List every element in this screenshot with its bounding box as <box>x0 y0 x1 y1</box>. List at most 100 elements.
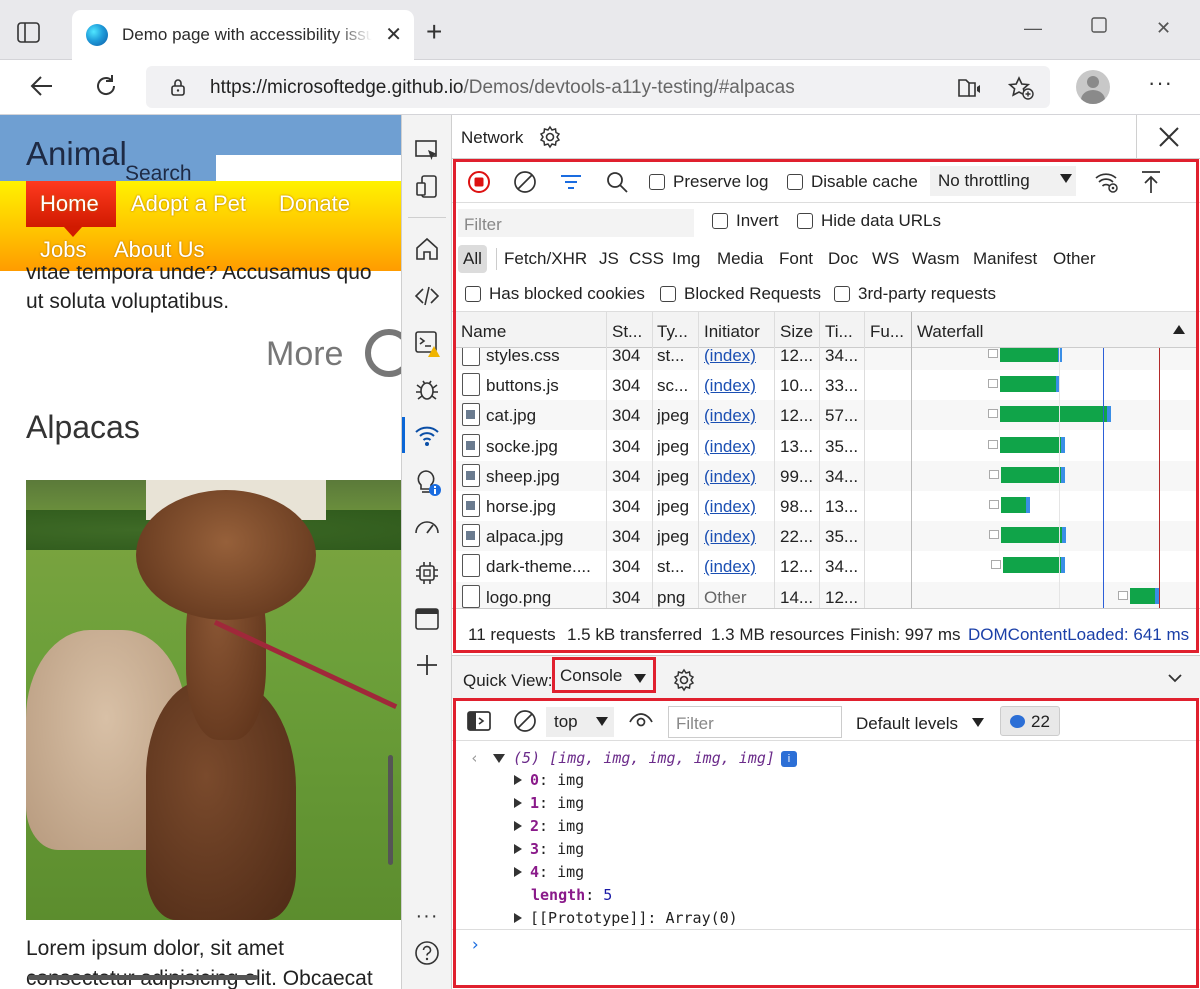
expand-arrow-icon[interactable] <box>514 844 522 854</box>
cell-initiator[interactable]: (index) <box>704 376 756 396</box>
throttling-select[interactable]: No throttling <box>930 166 1076 196</box>
array-item-line[interactable]: 1: img <box>514 794 584 812</box>
arrow-right-circle-icon[interactable] <box>365 329 401 377</box>
third-party-requests-checkbox[interactable]: 3rd-party requests <box>834 284 996 304</box>
blocked-requests-checkbox[interactable]: Blocked Requests <box>660 284 821 304</box>
address-bar[interactable]: https://microsoftedge.github.io/Demos/de… <box>146 66 1050 108</box>
more-tools-plus-icon[interactable] <box>413 651 441 679</box>
chevron-down-icon[interactable] <box>634 674 646 683</box>
array-item-line[interactable]: 2: img <box>514 817 584 835</box>
customize-dots-icon[interactable]: ··· <box>413 905 441 933</box>
filter-funnel-icon[interactable] <box>558 169 584 195</box>
more-menu-icon[interactable]: ··· <box>1148 70 1173 96</box>
memory-chip-icon[interactable] <box>413 559 441 587</box>
expand-arrow-icon[interactable] <box>514 798 522 808</box>
help-icon[interactable] <box>413 939 441 967</box>
col-type[interactable]: Ty... <box>657 322 693 342</box>
clear-console-icon[interactable] <box>512 708 538 734</box>
expand-arrow-icon[interactable] <box>514 821 522 831</box>
message-count-badge[interactable]: 22 <box>1000 706 1060 736</box>
url-text[interactable]: https://microsoftedge.github.io/Demos/de… <box>210 77 795 99</box>
col-name[interactable]: Name <box>461 322 601 342</box>
quick-view-select[interactable]: Console <box>560 666 622 686</box>
hide-data-urls-checkbox[interactable]: Hide data URLs <box>797 211 941 231</box>
site-search-input[interactable] <box>216 155 401 181</box>
type-filter-fetch-xhr[interactable]: Fetch/XHR <box>499 245 592 273</box>
type-filter-js[interactable]: JS <box>594 245 624 273</box>
live-expression-eye-icon[interactable] <box>628 708 654 734</box>
new-tab-icon[interactable]: + <box>426 18 442 46</box>
expand-arrow-icon[interactable] <box>514 775 522 785</box>
cell-initiator[interactable]: (index) <box>704 497 756 517</box>
invert-checkbox[interactable]: Invert <box>712 211 779 231</box>
add-favorite-icon[interactable] <box>1007 76 1034 103</box>
type-filter-all[interactable]: All <box>458 245 487 273</box>
type-filter-img[interactable]: Img <box>667 245 705 273</box>
expand-arrow-icon[interactable] <box>514 913 522 923</box>
nav-donate[interactable]: Donate <box>279 191 350 217</box>
table-row[interactable]: sheep.jpg 304 jpeg (index) 99... 34... <box>456 460 1196 491</box>
application-window-icon[interactable] <box>413 605 441 633</box>
tab-actions-icon[interactable] <box>16 20 56 54</box>
log-levels-select[interactable]: Default levels <box>856 714 984 734</box>
table-row[interactable]: socke.jpg 304 jpeg (index) 13... 35... <box>456 431 1196 461</box>
close-devtools-icon[interactable] <box>1136 115 1200 159</box>
type-filter-wasm[interactable]: Wasm <box>907 245 965 273</box>
console-filter-input[interactable]: Filter <box>668 706 842 738</box>
sort-ascending-icon[interactable] <box>1173 325 1185 334</box>
lock-icon[interactable] <box>168 77 188 100</box>
array-item-line[interactable]: 3: img <box>514 840 584 858</box>
col-status[interactable]: St... <box>612 322 648 342</box>
device-emulation-icon[interactable] <box>413 173 441 201</box>
elements-icon[interactable] <box>413 282 441 310</box>
page-scrollbar-vertical[interactable] <box>388 755 393 865</box>
network-settings-gear-icon[interactable] <box>538 125 562 152</box>
console-result-line[interactable]: ‹ (5) [img, img, img, img, img] i <box>470 749 797 767</box>
profile-avatar[interactable] <box>1076 70 1110 104</box>
network-filter-input[interactable]: Filter <box>458 209 694 237</box>
refresh-icon[interactable] <box>92 72 120 107</box>
cell-initiator[interactable]: (index) <box>704 467 756 487</box>
network-conditions-icon[interactable] <box>1094 169 1120 195</box>
issues-lightbulb-icon[interactable] <box>413 468 441 496</box>
network-wifi-icon[interactable] <box>402 417 441 453</box>
type-filter-manifest[interactable]: Manifest <box>968 245 1042 273</box>
site-logo[interactable]: Animal <box>26 135 127 173</box>
record-stop-icon[interactable] <box>466 169 492 195</box>
array-item-line[interactable]: 0: img <box>514 771 584 789</box>
table-row[interactable]: alpaca.jpg 304 jpeg (index) 22... 35... <box>456 521 1196 552</box>
col-size[interactable]: Size <box>780 322 818 342</box>
type-filter-css[interactable]: CSS <box>624 245 669 273</box>
cell-initiator[interactable]: (index) <box>704 437 756 457</box>
type-filter-ws[interactable]: WS <box>867 245 904 273</box>
col-time[interactable]: Ti... <box>825 322 861 342</box>
read-aloud-icon[interactable] <box>956 76 982 103</box>
context-select[interactable]: top <box>546 707 614 737</box>
page-scrollbar-horizontal[interactable] <box>28 975 258 980</box>
maximize-icon[interactable] <box>1090 16 1108 39</box>
col-initiator[interactable]: Initiator <box>704 322 772 342</box>
expand-arrow-icon[interactable] <box>493 754 506 763</box>
array-item-line[interactable]: 4: img <box>514 863 584 881</box>
type-filter-doc[interactable]: Doc <box>823 245 863 273</box>
console-sidebar-icon[interactable] <box>466 708 492 734</box>
console-prompt-icon[interactable]: › <box>470 935 480 955</box>
inspect-element-icon[interactable] <box>413 137 441 165</box>
cell-initiator[interactable]: (index) <box>704 557 756 577</box>
quick-view-gear-icon[interactable] <box>672 668 696 695</box>
nav-jobs[interactable]: Jobs <box>40 237 86 263</box>
window-close-icon[interactable]: ✕ <box>1156 18 1171 39</box>
disable-cache-checkbox[interactable]: Disable cache <box>787 172 918 192</box>
back-icon[interactable] <box>28 72 56 107</box>
console-warning-icon[interactable] <box>413 329 441 357</box>
table-row[interactable]: logo.png 304 png Other 14... 12... <box>456 581 1196 608</box>
sources-bug-icon[interactable] <box>413 375 441 403</box>
table-row[interactable]: horse.jpg 304 jpeg (index) 98... 13... <box>456 491 1196 521</box>
more-link[interactable]: More <box>266 335 343 374</box>
minimize-icon[interactable]: — <box>1024 18 1042 39</box>
type-filter-other[interactable]: Other <box>1048 245 1101 273</box>
welcome-home-icon[interactable] <box>413 235 441 263</box>
table-row[interactable]: dark-theme.... 304 st... (index) 12... 34... <box>456 551 1196 581</box>
cell-initiator[interactable]: (index) <box>704 406 756 426</box>
collapse-quick-view-icon[interactable] <box>1167 671 1183 688</box>
